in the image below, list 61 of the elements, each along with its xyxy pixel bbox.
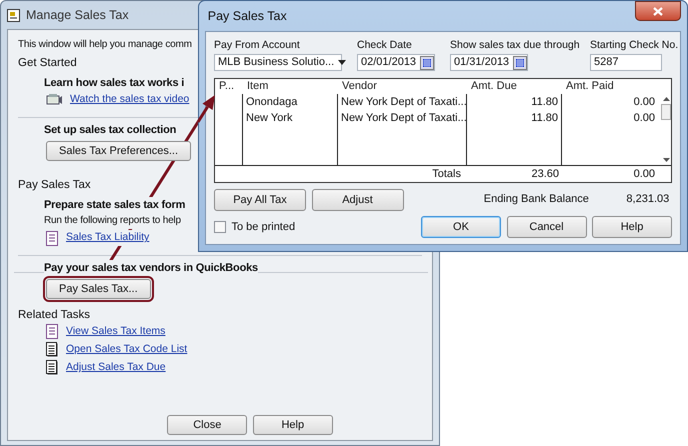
table-cell-text: 23.60 — [530, 167, 560, 182]
dropdown-icon — [338, 60, 346, 65]
table-cell-text: 0.00 — [632, 95, 656, 110]
instruction-text: Run the following reports to help — [44, 213, 181, 230]
close-icon — [653, 6, 663, 16]
field-value: 5287 — [594, 55, 620, 70]
task-link[interactable]: Sales Tax Liability — [66, 230, 150, 246]
window-icon — [7, 8, 20, 22]
checkbox[interactable] — [214, 221, 226, 233]
totals-label: Totals — [431, 167, 462, 182]
dialog-button[interactable]: Close — [167, 414, 248, 434]
table-cell-text: New York Dept of Taxati... — [340, 111, 466, 126]
column-header: Item — [246, 79, 270, 94]
table-cell-text: Onondaga — [245, 95, 298, 110]
task-heading: Pay your sales tax vendors in QuickBooks — [44, 260, 258, 276]
document-icon — [46, 360, 58, 376]
section-heading: Pay Sales Tax — [18, 177, 91, 194]
dialog-button[interactable]: Help — [592, 216, 672, 238]
scrollbar-thumb[interactable] — [661, 104, 671, 120]
column-header: Vendor — [341, 79, 378, 94]
table-cell-text: 0.00 — [632, 167, 656, 182]
input-field[interactable]: 01/31/2013 — [450, 54, 528, 71]
column-header: P... — [218, 79, 236, 94]
checkbox-label: To be printed — [232, 220, 296, 235]
dialog-button[interactable]: OK — [421, 216, 501, 238]
action-button[interactable]: Adjust — [312, 188, 404, 210]
scroll-up-icon — [662, 96, 670, 101]
table-cell-text: 11.80 — [530, 111, 559, 126]
arrowhead-icon — [196, 95, 215, 123]
field-value: 02/01/2013 — [361, 55, 416, 70]
report-icon — [46, 324, 58, 340]
action-button[interactable]: Pay All Tax — [214, 188, 306, 210]
dialog-button[interactable]: Help — [252, 414, 333, 434]
scroll-down-icon — [662, 158, 670, 162]
table-cell-text: 11.80 — [530, 95, 559, 110]
document-icon — [46, 342, 58, 358]
window-title: Manage Sales Tax — [26, 6, 129, 24]
task-button[interactable]: Sales Tax Preferences... — [46, 140, 192, 160]
task-button[interactable]: Pay Sales Tax... — [46, 279, 151, 299]
report-icon — [46, 230, 58, 246]
table-cell-text: New York — [245, 111, 294, 126]
dialog-button[interactable]: Cancel — [506, 216, 586, 238]
table-cell-text: 0.00 — [632, 111, 656, 126]
close-button[interactable] — [635, 1, 681, 21]
input-field[interactable]: 02/01/2013 — [357, 54, 435, 71]
task-heading: Prepare state sales tax form — [44, 197, 186, 214]
column-header: Amt. Paid — [565, 79, 615, 94]
field-value: 01/31/2013 — [454, 55, 510, 70]
calendar-icon — [420, 56, 434, 70]
column-header: Amt. Due — [470, 79, 518, 94]
balance-value: 8,231.03 — [626, 192, 670, 208]
field-label: Show sales tax due through — [450, 38, 581, 52]
field-value: MLB Business Solutio... — [218, 55, 334, 70]
dialog-title: Pay Sales Tax — [206, 8, 287, 25]
field-label: Pay From Account — [214, 38, 301, 52]
table-cell-text: New York Dept of Taxati... — [340, 95, 466, 110]
camera-icon — [46, 93, 62, 106]
field-label: Check Date — [357, 38, 413, 52]
calendar-icon — [513, 56, 528, 70]
balance-label: Ending Bank Balance — [484, 192, 589, 208]
input-field[interactable]: 5287 — [590, 54, 662, 71]
